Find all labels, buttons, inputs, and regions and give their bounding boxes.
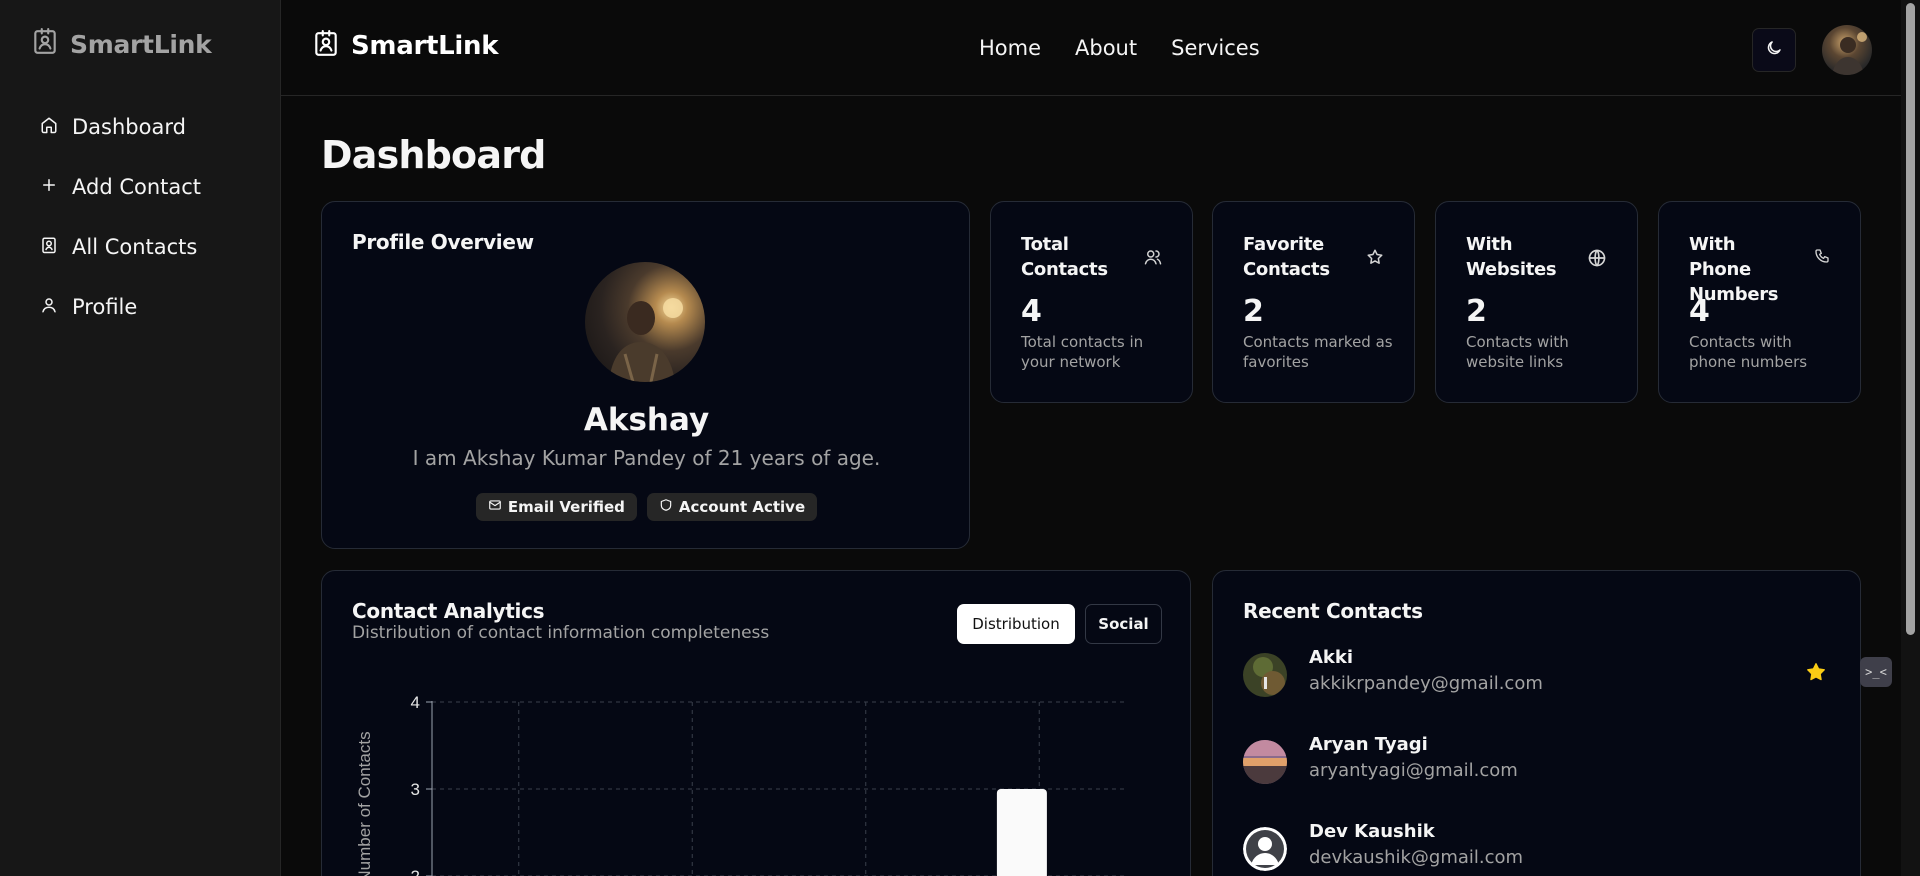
recent-contacts-card: Recent Contacts Akki akkikrpandey@gmail.…	[1212, 570, 1861, 876]
shield-icon	[659, 498, 673, 516]
contact-avatar	[1243, 653, 1287, 697]
user-icon	[40, 295, 58, 319]
theme-toggle-button[interactable]	[1752, 28, 1796, 72]
profile-badges: Email Verified Account Active	[322, 493, 971, 521]
stat-value: 4	[1689, 294, 1710, 329]
stat-card-total-contacts: Total Contacts 4 Total contacts in your …	[990, 201, 1193, 403]
stat-value: 2	[1243, 294, 1264, 329]
header-brand[interactable]: SmartLink	[313, 30, 499, 62]
contacts-book-icon	[32, 28, 58, 60]
chart-bar[interactable]	[996, 789, 1047, 876]
sidebar-item-label: Dashboard	[72, 115, 186, 139]
recent-contacts-title: Recent Contacts	[1243, 599, 1423, 623]
stat-title: Favorite Contacts	[1243, 234, 1330, 280]
profile-avatar	[585, 262, 705, 382]
header-nav: Home About Services	[979, 36, 1260, 60]
plus-icon	[40, 175, 58, 199]
account-active-badge: Account Active	[646, 493, 818, 521]
y-axis-ticks: 4 3 2	[411, 693, 432, 876]
mail-icon	[488, 498, 502, 516]
list-item[interactable]: Akki akkikrpandey@gmail.com	[1243, 647, 1833, 734]
list-item[interactable]: Aryan Tyagi aryantyagi@gmail.com	[1243, 734, 1833, 821]
contact-email: aryantyagi@gmail.com	[1309, 760, 1518, 781]
badge-label: Email Verified	[507, 498, 625, 516]
contacts-book-icon	[40, 235, 58, 259]
chart-bars	[996, 789, 1047, 876]
nav-services-link[interactable]: Services	[1171, 36, 1260, 60]
header-brand-text: SmartLink	[351, 31, 499, 61]
nav-about-link[interactable]: About	[1075, 36, 1137, 60]
stat-title: Total Contacts	[1021, 234, 1108, 280]
star-icon	[1366, 248, 1384, 270]
nav-home-link[interactable]: Home	[979, 36, 1041, 60]
globe-icon	[1587, 248, 1607, 272]
users-icon	[1144, 248, 1162, 270]
stat-description: Total contacts in your network	[1021, 333, 1144, 371]
profile-name: Akshay	[583, 402, 710, 438]
contact-name: Akki	[1309, 647, 1354, 668]
sidebar: SmartLink Dashboard Add Contact All Cont…	[0, 0, 281, 876]
contact-name: Aryan Tyagi	[1309, 734, 1428, 755]
scrollbar-thumb[interactable]	[1906, 3, 1915, 635]
floating-widget-button[interactable]: >_<	[1860, 657, 1892, 687]
sidebar-nav: Dashboard Add Contact All Contacts Profi…	[40, 97, 260, 337]
profile-bio: I am Akshay Kumar Pandey of 21 years of …	[412, 446, 881, 470]
contact-email: akkikrpandey@gmail.com	[1309, 673, 1543, 694]
sidebar-item-all-contacts[interactable]: All Contacts	[40, 217, 260, 277]
sidebar-brand[interactable]: SmartLink	[32, 28, 212, 60]
favorite-star-icon[interactable]	[1805, 661, 1827, 687]
sidebar-item-label: All Contacts	[72, 235, 198, 259]
y-tick-label: 2	[411, 867, 420, 876]
contact-avatar	[1243, 740, 1287, 784]
page-title: Dashboard	[321, 133, 546, 177]
stat-value: 2	[1466, 294, 1487, 329]
stat-description: Contacts with phone numbers	[1689, 333, 1808, 371]
app-root: SmartLink Dashboard Add Contact All Cont…	[0, 0, 1920, 876]
email-verified-badge: Email Verified	[475, 493, 637, 521]
contacts-book-icon	[313, 30, 339, 62]
contact-email: devkaushik@gmail.com	[1309, 847, 1524, 868]
user-avatar[interactable]	[1822, 25, 1872, 75]
sidebar-item-add-contact[interactable]: Add Contact	[40, 157, 260, 217]
distribution-chart: 4 3 2 Number of Contacts	[355, 693, 1126, 876]
stat-description: Contacts with website links	[1466, 333, 1569, 371]
contact-analytics-card: Contact Analytics Distribution of contac…	[321, 570, 1191, 876]
sidebar-item-label: Add Contact	[72, 175, 202, 199]
page-scrollbar[interactable]	[1901, 0, 1920, 876]
sidebar-item-label: Profile	[72, 295, 138, 319]
stat-card-with-phone-numbers: With Phone Numbers 4 Contacts with phone…	[1658, 201, 1861, 403]
moon-icon	[1765, 39, 1783, 61]
stat-card-favorite-contacts: Favorite Contacts 2 Contacts marked as f…	[1212, 201, 1415, 403]
contact-avatar	[1243, 827, 1287, 871]
y-tick-label: 3	[411, 780, 420, 799]
sidebar-item-dashboard[interactable]: Dashboard	[40, 97, 260, 157]
y-axis-label: Number of Contacts	[355, 731, 374, 876]
stat-value: 4	[1021, 294, 1042, 329]
phone-icon	[1814, 248, 1830, 268]
stat-title: With Websites	[1466, 234, 1557, 280]
sidebar-brand-text: SmartLink	[70, 29, 212, 59]
stat-description: Contacts marked as favorites	[1243, 333, 1393, 371]
y-tick-label: 4	[411, 693, 420, 712]
stat-card-with-websites: With Websites 2 Contacts with website li…	[1435, 201, 1638, 403]
badge-label: Account Active	[678, 498, 806, 516]
top-header: SmartLink Home About Services	[281, 0, 1901, 96]
home-icon	[40, 115, 58, 139]
sidebar-item-profile[interactable]: Profile	[40, 277, 260, 337]
recent-contacts-list: Akki akkikrpandey@gmail.com Aryan Tyagi …	[1243, 647, 1833, 876]
list-item[interactable]: Dev Kaushik devkaushik@gmail.com	[1243, 821, 1833, 876]
profile-overview-card: Profile Overview Akshay I am Akshay Kuma…	[321, 201, 970, 549]
profile-card-title: Profile Overview	[352, 230, 534, 254]
contact-name: Dev Kaushik	[1309, 821, 1435, 842]
